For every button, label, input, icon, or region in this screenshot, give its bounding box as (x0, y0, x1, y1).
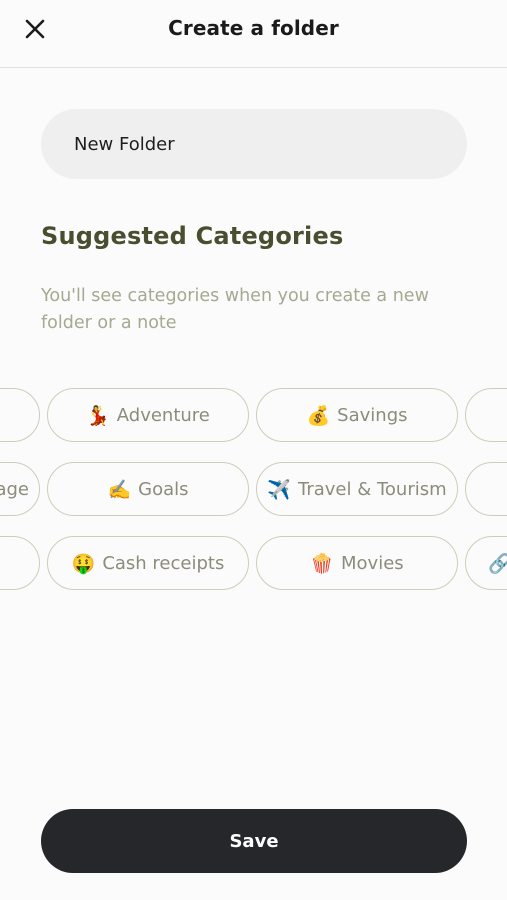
category-label: Adventure (116, 404, 210, 426)
page-title: Create a folder (168, 16, 339, 40)
category-chip-cash-receipts[interactable]: 🤑 Cash receipts (47, 536, 249, 590)
suggested-categories-title: Suggested Categories (41, 222, 344, 250)
category-chip-travel-tourism[interactable]: ✈️ Travel & Tourism (256, 462, 458, 516)
writing-hand-icon: ✍️ (107, 478, 132, 501)
category-label: Goals (138, 478, 189, 500)
category-label: Savings (337, 404, 408, 426)
folder-name-field[interactable] (41, 109, 467, 179)
category-chip[interactable] (465, 462, 507, 516)
category-label: Travel & Tourism (298, 478, 447, 500)
category-chip[interactable]: 🔗 (465, 536, 507, 590)
category-label: Movies (341, 552, 404, 574)
category-label: Cash receipts (102, 552, 225, 574)
popcorn-icon: 🍿 (310, 552, 334, 575)
folder-name-input[interactable] (41, 109, 467, 179)
money-mouth-face-icon: 🤑 (71, 552, 96, 575)
airplane-icon: ✈️ (267, 478, 291, 501)
category-chip[interactable] (0, 536, 40, 590)
category-chip[interactable] (465, 388, 507, 442)
category-row-2: age ✍️ Goals ✈️ Travel & Tourism (0, 462, 507, 518)
category-chip-movies[interactable]: 🍿 Movies (256, 536, 458, 590)
header: Create a folder (0, 0, 507, 68)
category-row-1: 💃 Adventure 💰 Savings (0, 388, 507, 444)
category-chip[interactable] (0, 388, 40, 442)
category-label: age (0, 478, 29, 500)
link-icon: 🔗 (488, 552, 507, 575)
category-chip-savings[interactable]: 💰 Savings (256, 388, 458, 442)
category-row-3: 🤑 Cash receipts 🍿 Movies 🔗 (0, 536, 507, 592)
category-chip-goals[interactable]: ✍️ Goals (47, 462, 249, 516)
save-button[interactable]: Save (41, 809, 467, 873)
category-chip-adventure[interactable]: 💃 Adventure (47, 388, 249, 442)
suggested-categories-description: You'll see categories when you create a … (41, 286, 429, 333)
money-bag-icon: 💰 (306, 404, 331, 427)
dancer-icon: 💃 (86, 404, 110, 427)
category-chip[interactable]: age (0, 462, 40, 516)
create-folder-screen: Create a folder Suggested Categories You… (0, 0, 507, 900)
